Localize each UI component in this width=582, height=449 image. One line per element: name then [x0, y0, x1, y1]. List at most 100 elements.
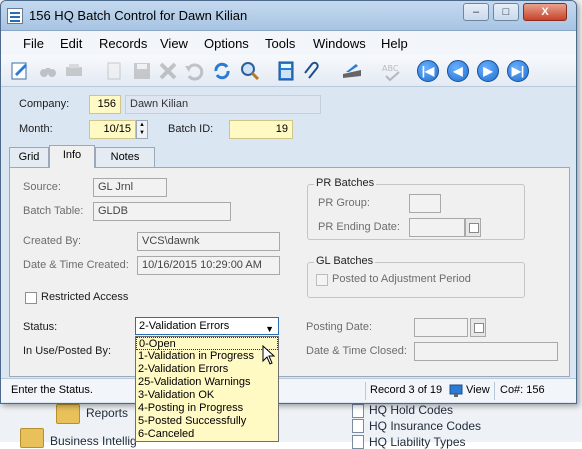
document-icon	[352, 435, 364, 449]
month-spinner[interactable]: ▲ ▼	[136, 120, 148, 139]
batch-table-label: Batch Table:	[23, 205, 84, 217]
menu-edit[interactable]: Edit	[60, 36, 82, 51]
date-created-label: Date & Time Created:	[23, 259, 129, 271]
title-bar[interactable]: 156 HQ Batch Control for Dawn Kilian – □…	[1, 1, 576, 31]
status-separator	[494, 382, 495, 400]
batch-control-window: 156 HQ Batch Control for Dawn Kilian – □…	[0, 0, 577, 404]
calculator-icon[interactable]	[275, 60, 297, 82]
folder-icon	[56, 404, 80, 424]
menu-bar: File Edit Records View Options Tools Win…	[1, 31, 576, 55]
posting-date-field	[414, 318, 468, 337]
document-icon	[352, 404, 364, 418]
bg-reports-label[interactable]: Reports	[86, 406, 128, 420]
posted-adj-label[interactable]: Posted to Adjustment Period	[332, 273, 471, 285]
toolbar: ABC |◀ ◀ ▶ ▶|	[1, 55, 576, 87]
maximize-button[interactable]: □	[493, 3, 519, 21]
status-option[interactable]: 0-Open	[136, 337, 278, 350]
restricted-access-checkbox[interactable]	[25, 292, 37, 304]
month-label: Month:	[19, 123, 53, 135]
save-icon[interactable]	[131, 60, 153, 82]
menu-windows[interactable]: Windows	[313, 36, 366, 51]
status-option[interactable]: 4-Posting in Progress	[136, 402, 278, 415]
app-icon	[7, 8, 23, 24]
prev-record-button[interactable]: ◀	[447, 60, 469, 82]
menu-options[interactable]: Options	[204, 36, 249, 51]
batch-id-label: Batch ID:	[168, 123, 214, 135]
gl-batches-group: GL Batches Posted to Adjustment Period	[307, 255, 525, 298]
refresh-icon[interactable]	[211, 60, 233, 82]
date-created-field: 10/16/2015 10:29:00 AM	[137, 256, 280, 275]
spellcheck-icon[interactable]: ABC	[381, 60, 403, 82]
status-label: Status:	[23, 321, 58, 333]
created-by-label: Created By:	[23, 235, 82, 247]
bg-hq-hold-label[interactable]: HQ Hold Codes	[369, 403, 453, 417]
tab-info[interactable]: Info	[49, 145, 95, 168]
binoculars-icon[interactable]	[37, 60, 59, 82]
document-icon	[352, 419, 364, 433]
date-closed-label: Date & Time Closed:	[306, 345, 407, 357]
close-button[interactable]: X	[523, 3, 567, 21]
source-field: GL Jrnl	[93, 178, 167, 197]
bg-hq-liability-label[interactable]: HQ Liability Types	[369, 435, 466, 449]
month-field[interactable]: 10/15	[89, 120, 136, 139]
batch-id-field[interactable]: 19	[229, 120, 293, 139]
status-select[interactable]: 2-Validation Errors ▼	[135, 317, 279, 335]
pr-ending-field	[409, 218, 465, 237]
next-record-button[interactable]: ▶	[477, 60, 499, 82]
created-by-field: VCS\dawnk	[137, 232, 280, 251]
source-label: Source:	[23, 181, 61, 193]
restricted-access-label[interactable]: Restricted Access	[41, 291, 128, 303]
view-label[interactable]: View	[466, 384, 490, 396]
posted-adj-checkbox[interactable]	[316, 274, 328, 286]
company-label: Company:	[19, 98, 70, 110]
record-counter: Record 3 of 19	[370, 384, 443, 396]
status-option[interactable]: 3-Validation OK	[136, 389, 278, 402]
tab-notes[interactable]: Notes	[95, 147, 155, 167]
status-message: Enter the Status.	[11, 384, 93, 396]
pr-ending-label: PR Ending Date:	[318, 221, 400, 233]
bg-hq-insurance-label[interactable]: HQ Insurance Codes	[369, 419, 481, 433]
minimize-button[interactable]: –	[463, 3, 489, 21]
first-record-button[interactable]: |◀	[417, 60, 439, 82]
attachment-icon[interactable]	[301, 60, 323, 82]
svg-text:ABC: ABC	[382, 64, 399, 73]
window-title: 156 HQ Batch Control for Dawn Kilian	[29, 8, 248, 23]
tab-grid[interactable]: Grid	[9, 147, 49, 167]
header-panel: Company: 156 Dawn Kilian Month: 10/15 ▲ ▼…	[1, 88, 576, 144]
monitor-icon	[449, 384, 463, 397]
pr-batches-group: PR Batches PR Group: PR Ending Date:	[307, 177, 525, 240]
status-dropdown-list: 0-Open 1-Validation in Progress 2-Valida…	[135, 336, 279, 442]
pr-group-label: PR Group:	[318, 197, 370, 209]
last-record-button[interactable]: ▶|	[507, 60, 529, 82]
document-icon[interactable]	[103, 60, 125, 82]
status-separator	[365, 382, 366, 400]
find-icon[interactable]	[63, 60, 85, 82]
info-tab-panel: Source: GL Jrnl Batch Table: GLDB Create…	[9, 167, 570, 377]
company-number: Co#: 156	[500, 384, 545, 396]
company-name-field: Dawn Kilian	[125, 95, 321, 114]
company-field[interactable]: 156	[89, 95, 121, 114]
menu-file[interactable]: File	[23, 36, 44, 51]
undo-icon[interactable]	[183, 60, 205, 82]
status-option[interactable]: 2-Validation Errors	[136, 363, 278, 376]
pr-batches-title: PR Batches	[314, 177, 377, 189]
menu-help[interactable]: Help	[381, 36, 408, 51]
status-option[interactable]: 1-Validation in Progress	[136, 350, 278, 363]
search-icon[interactable]	[239, 60, 261, 82]
delete-icon[interactable]	[157, 60, 179, 82]
status-option[interactable]: 6-Canceled	[136, 428, 278, 441]
date-closed-field	[414, 342, 558, 361]
menu-records[interactable]: Records	[99, 36, 147, 51]
batch-table-field: GLDB	[93, 202, 231, 221]
menu-view[interactable]: View	[160, 36, 188, 51]
calendar-icon[interactable]	[470, 318, 486, 337]
status-option[interactable]: 5-Posted Successfully	[136, 415, 278, 428]
in-use-label: In Use/Posted By:	[23, 345, 112, 357]
chevron-down-icon[interactable]: ▼	[265, 321, 274, 337]
new-record-icon[interactable]	[9, 60, 31, 82]
calendar-icon[interactable]	[465, 218, 481, 237]
scanner-icon[interactable]	[341, 60, 363, 82]
menu-tools[interactable]: Tools	[265, 36, 295, 51]
bg-business-label[interactable]: Business Intellig	[50, 434, 137, 448]
status-option[interactable]: 25-Validation Warnings	[136, 376, 278, 389]
